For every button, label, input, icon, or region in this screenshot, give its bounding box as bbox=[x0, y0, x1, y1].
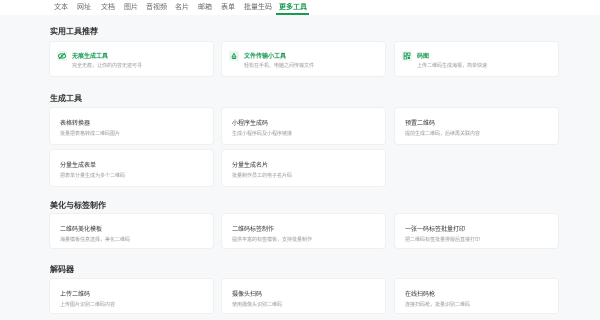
card-title: 小程序生成码 bbox=[232, 121, 269, 127]
card-batch-business-card[interactable]: 分量生成名片 批量制作员工的电子名片码 bbox=[222, 150, 385, 186]
card-upload-qrcode[interactable]: 上传二维码 上传图片识别二维码内容 bbox=[50, 279, 213, 313]
card-title: 分量生成名片 bbox=[232, 163, 269, 169]
card-camera-scan[interactable]: 摄像头扫码 使用摄像头识别二维码 bbox=[222, 279, 385, 313]
eye-slash-icon bbox=[57, 51, 67, 61]
tab-document[interactable]: 文档 bbox=[101, 2, 115, 12]
card-desc: 批量把表格转成二维码图片 bbox=[60, 131, 121, 137]
card-miniprogram-code[interactable]: 小程序生成码 生成小程序码及小程序链接 bbox=[222, 108, 385, 144]
card-title: 一张一码标签批量打印 bbox=[405, 227, 466, 233]
card-desc: 上传图片识别二维码内容 bbox=[60, 302, 116, 308]
card-preset-qrcode[interactable]: 预置二维码 提前生成二维码，后续再关联内容 bbox=[395, 108, 558, 144]
tab-batch-generate[interactable]: 批量生码 bbox=[244, 2, 272, 12]
tab-form[interactable]: 表单 bbox=[221, 2, 235, 12]
recycle-icon bbox=[229, 51, 239, 61]
section-title-generate: 生成工具 bbox=[50, 94, 82, 103]
card-title: 预置二维码 bbox=[405, 121, 436, 127]
card-desc: 使用摄像头识别二维码 bbox=[232, 302, 283, 308]
card-code-poster[interactable]: 码图 上传二维码生成海报，简单快速 bbox=[395, 42, 558, 76]
tab-more-tools[interactable]: 更多工具 bbox=[279, 2, 307, 12]
card-title: 摄像头扫码 bbox=[232, 292, 263, 298]
card-desc: 提前生成二维码，后续再关联内容 bbox=[405, 131, 481, 137]
card-desc: 把二维码标签批量排版后直接打印 bbox=[405, 237, 481, 243]
section-title-decoder: 解码器 bbox=[50, 265, 74, 274]
card-title: 表格转换器 bbox=[60, 121, 91, 127]
tab-image[interactable]: 图片 bbox=[124, 2, 138, 12]
card-title: 二维码标签制作 bbox=[232, 227, 275, 233]
card-traceless-tool[interactable]: 无痕生成工具 完全无痕，让你的内容无迹可寻 bbox=[50, 42, 213, 76]
section-title-beautify: 美化与标签制作 bbox=[50, 201, 106, 210]
card-batch-label-print[interactable]: 一张一码标签批量打印 把二维码标签批量排版后直接打印 bbox=[395, 214, 558, 248]
tab-audio-video[interactable]: 音视频 bbox=[146, 2, 167, 12]
card-table-converter[interactable]: 表格转换器 批量把表格转成二维码图片 bbox=[50, 108, 213, 144]
card-qrcode-label-maker[interactable]: 二维码标签制作 提供丰富的标签模板，支持批量制作 bbox=[222, 214, 385, 248]
card-desc: 把表单分量生成为多个二维码 bbox=[60, 173, 126, 179]
qr-grid-icon bbox=[402, 51, 412, 61]
card-online-scanner[interactable]: 在线扫码枪 连接扫码枪，批量识别二维码 bbox=[395, 279, 558, 313]
card-desc: 生成小程序码及小程序链接 bbox=[232, 131, 293, 137]
card-desc: 海量模板任意选择，美化二维码 bbox=[60, 237, 131, 243]
tab-text[interactable]: 文本 bbox=[54, 2, 68, 12]
card-desc: 上传二维码生成海报，简单快速 bbox=[417, 63, 488, 69]
card-file-transfer[interactable]: 文件传输小工具 轻松在手机、电脑之间传输文件 bbox=[222, 42, 385, 76]
card-title: 在线扫码枪 bbox=[405, 292, 436, 298]
card-title: 码图 bbox=[417, 54, 430, 60]
card-desc: 完全无痕，让你的内容无迹可寻 bbox=[72, 63, 143, 69]
tab-business-card[interactable]: 名片 bbox=[175, 2, 189, 12]
tab-url[interactable]: 网址 bbox=[77, 2, 91, 12]
card-desc: 轻松在手机、电脑之间传输文件 bbox=[244, 63, 315, 69]
card-title: 无痕生成工具 bbox=[72, 54, 109, 60]
card-desc: 批量制作员工的电子名片码 bbox=[232, 173, 293, 179]
active-tab-indicator bbox=[276, 13, 309, 15]
card-qrcode-beautify-template[interactable]: 二维码美化模板 海量模板任意选择，美化二维码 bbox=[50, 214, 213, 248]
tab-email[interactable]: 邮箱 bbox=[198, 2, 212, 12]
card-title: 文件传输小工具 bbox=[244, 54, 287, 60]
card-desc: 提供丰富的标签模板，支持批量制作 bbox=[232, 237, 313, 243]
card-title: 二维码美化模板 bbox=[60, 227, 103, 233]
section-title-practical: 实用工具推荐 bbox=[50, 27, 98, 36]
card-title: 上传二维码 bbox=[60, 292, 91, 298]
card-desc: 连接扫码枪，批量识别二维码 bbox=[405, 302, 471, 308]
top-nav: 文本 网址 文档 图片 音视频 名片 邮箱 表单 批量生码 更多工具 bbox=[0, 0, 600, 15]
card-batch-form[interactable]: 分量生成表单 把表单分量生成为多个二维码 bbox=[50, 150, 213, 186]
card-title: 分量生成表单 bbox=[60, 163, 97, 169]
